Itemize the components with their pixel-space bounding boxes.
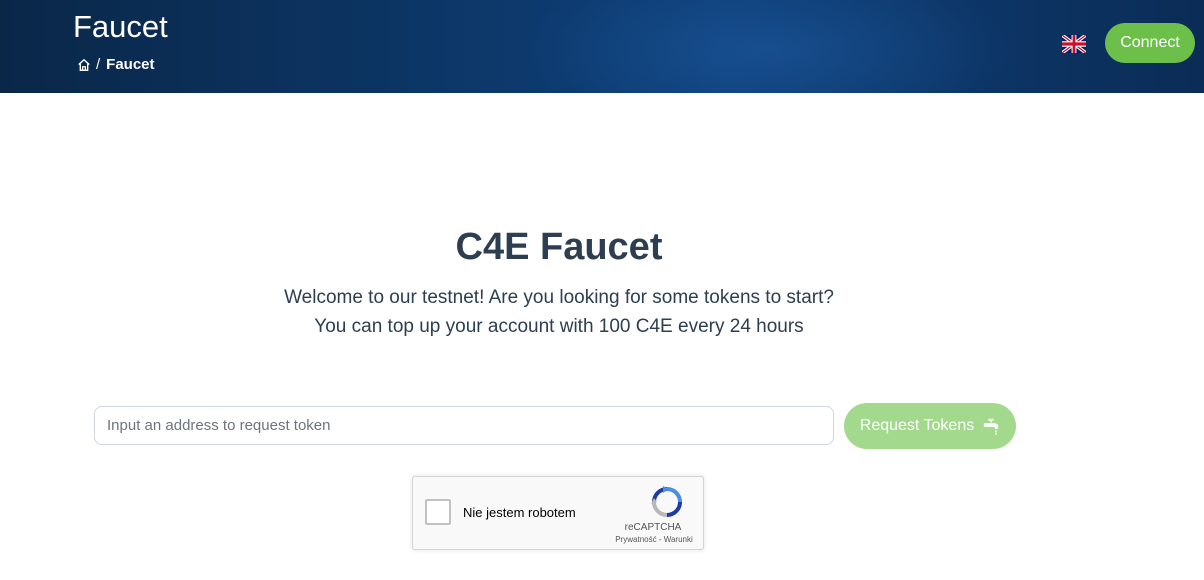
recaptcha-label: Nie jestem robotem bbox=[463, 505, 576, 520]
recaptcha-links[interactable]: Prywatność - Warunki bbox=[611, 535, 697, 544]
uk-flag-icon[interactable] bbox=[1061, 33, 1087, 55]
page-title: Faucet bbox=[73, 9, 168, 44]
request-tokens-label: Request Tokens bbox=[859, 417, 975, 434]
welcome-text: Welcome to our testnet! Are you looking … bbox=[0, 283, 1118, 341]
recaptcha-logo-icon bbox=[651, 486, 683, 518]
address-input[interactable] bbox=[94, 406, 834, 445]
breadcrumb-current: Faucet bbox=[106, 56, 155, 73]
home-icon[interactable] bbox=[77, 58, 91, 72]
breadcrumb: / Faucet bbox=[77, 56, 155, 73]
recaptcha-brand: reCAPTCHA bbox=[624, 522, 682, 533]
request-tokens-button[interactable]: Request Tokens bbox=[844, 403, 1016, 449]
welcome-line-1: Welcome to our testnet! Are you looking … bbox=[284, 287, 834, 308]
faucet-tap-icon bbox=[982, 417, 1000, 435]
recaptcha-widget: Nie jestem robotem reCAPTCHA Prywatność … bbox=[412, 476, 704, 550]
recaptcha-checkbox[interactable] bbox=[425, 499, 451, 525]
page-header: Faucet / Faucet Connect bbox=[0, 0, 1204, 93]
connect-button[interactable]: Connect bbox=[1105, 23, 1195, 63]
faucet-title: C4E Faucet bbox=[455, 226, 663, 268]
breadcrumb-separator: / bbox=[96, 56, 101, 73]
welcome-line-2: You can top up your account with 100 C4E… bbox=[314, 316, 804, 337]
